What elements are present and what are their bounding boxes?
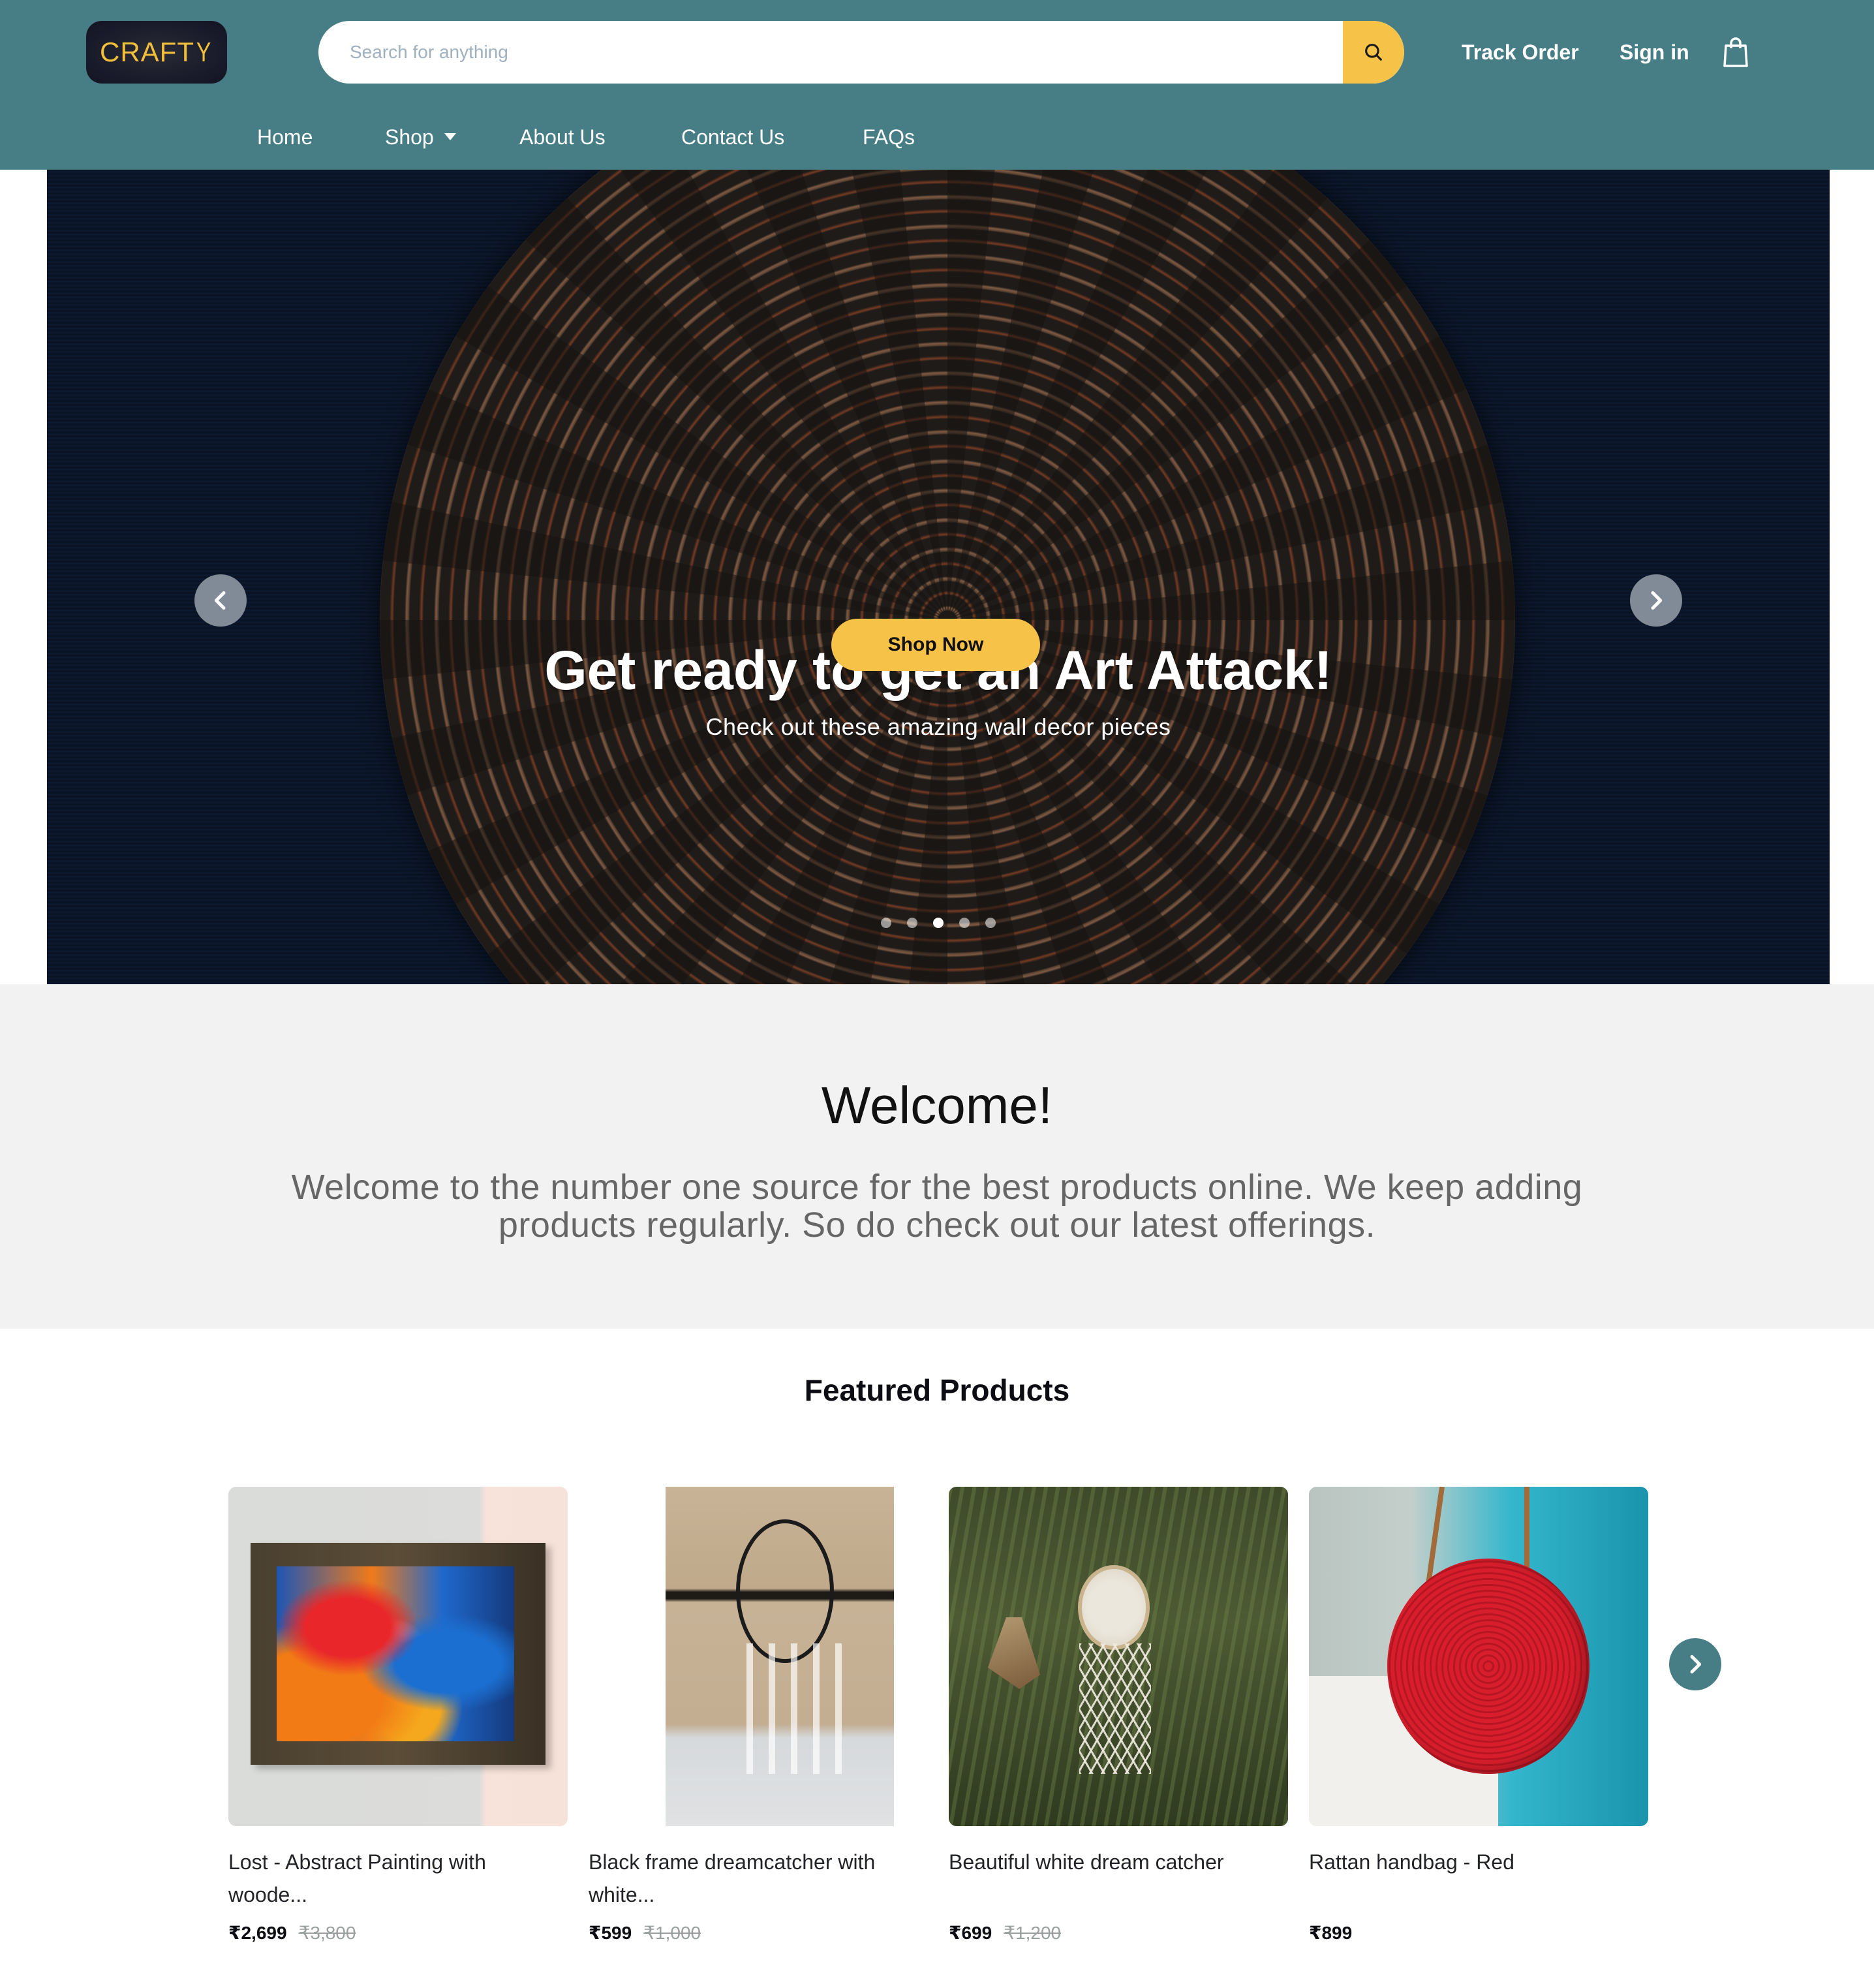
product-image[interactable] bbox=[949, 1487, 1288, 1826]
nav-about-us[interactable]: About Us bbox=[519, 120, 606, 154]
site-header: CRAFTY Track Order Sign in Home Shop Abo… bbox=[0, 0, 1874, 170]
welcome-text: Welcome to the number one source for the… bbox=[291, 1168, 1583, 1245]
logo-text-end: Y bbox=[196, 37, 212, 67]
nav-faqs[interactable]: FAQs bbox=[863, 120, 915, 154]
product-card: Beautiful white dream catcher ₹699 ₹1,200 bbox=[949, 1487, 1288, 1946]
welcome-heading: Welcome! bbox=[821, 1076, 1053, 1134]
cart-button[interactable] bbox=[1723, 37, 1749, 68]
nav-contact-us[interactable]: Contact Us bbox=[681, 120, 784, 154]
carousel-indicators bbox=[47, 918, 1830, 928]
search-button[interactable] bbox=[1343, 21, 1404, 84]
product-title[interactable]: Beautiful white dream catcher bbox=[949, 1846, 1288, 1911]
hero-subtitle: Check out these amazing wall decor piece… bbox=[705, 713, 1171, 740]
hero-carousel: Get ready to get an Art Attack! Check ou… bbox=[47, 170, 1830, 984]
product-image[interactable] bbox=[589, 1487, 928, 1826]
search-icon bbox=[1365, 44, 1382, 61]
carousel-next-button[interactable] bbox=[1630, 574, 1682, 627]
product-card: Rattan handbag - Red ₹899 bbox=[1309, 1487, 1648, 1946]
product-price: ₹2,699 bbox=[228, 1923, 287, 1943]
track-order-link[interactable]: Track Order bbox=[1462, 38, 1579, 67]
product-title[interactable]: Rattan handbag - Red bbox=[1309, 1846, 1648, 1911]
caret-down-icon bbox=[444, 133, 456, 141]
product-price: ₹599 bbox=[589, 1923, 632, 1943]
products-next-button[interactable] bbox=[1669, 1638, 1721, 1690]
product-title[interactable]: Lost - Abstract Painting with woode... bbox=[228, 1846, 568, 1911]
shopping-bag-icon bbox=[1723, 37, 1748, 67]
product-card: Black frame dreamcatcher with white... ₹… bbox=[589, 1487, 928, 1946]
product-image[interactable] bbox=[228, 1487, 568, 1826]
product-original-price: ₹1,200 bbox=[1004, 1923, 1062, 1943]
crafty-logo[interactable]: CRAFTY bbox=[86, 21, 227, 84]
carousel-dot-5[interactable] bbox=[985, 918, 996, 928]
featured-products-heading: Featured Products bbox=[804, 1373, 1070, 1407]
product-original-price: ₹1,000 bbox=[643, 1923, 701, 1943]
search-bar bbox=[318, 21, 1404, 84]
nav-shop-label: Shop bbox=[385, 125, 434, 149]
nav-shop[interactable]: Shop bbox=[385, 120, 456, 154]
product-card: Lost - Abstract Painting with woode... ₹… bbox=[228, 1487, 568, 1946]
carousel-dot-1[interactable] bbox=[881, 918, 891, 928]
carousel-dot-3[interactable] bbox=[933, 918, 944, 928]
chevron-left-icon bbox=[214, 591, 226, 610]
welcome-section: Welcome! Welcome to the number one sourc… bbox=[0, 984, 1874, 1329]
carousel-prev-button[interactable] bbox=[194, 574, 247, 627]
carousel-dot-4[interactable] bbox=[959, 918, 970, 928]
chevron-right-icon bbox=[1690, 1654, 1702, 1674]
carousel-dot-2[interactable] bbox=[907, 918, 917, 928]
nav-home[interactable]: Home bbox=[257, 120, 313, 154]
search-input[interactable] bbox=[318, 21, 1343, 84]
product-price: ₹899 bbox=[1309, 1923, 1353, 1943]
chevron-right-icon bbox=[1651, 591, 1663, 610]
product-price: ₹699 bbox=[949, 1923, 992, 1943]
logo-text: CRAFT bbox=[99, 37, 194, 67]
product-title[interactable]: Black frame dreamcatcher with white... bbox=[589, 1846, 928, 1911]
product-original-price: ₹3,800 bbox=[298, 1923, 356, 1943]
sign-in-link[interactable]: Sign in bbox=[1620, 38, 1689, 67]
shop-now-button[interactable]: Shop Now bbox=[831, 619, 1040, 671]
product-image[interactable] bbox=[1309, 1487, 1648, 1826]
